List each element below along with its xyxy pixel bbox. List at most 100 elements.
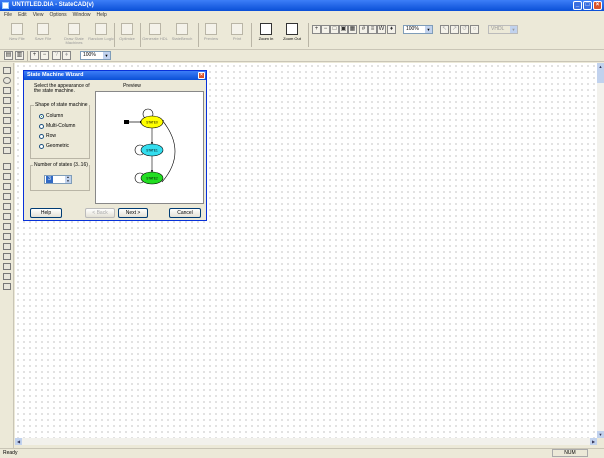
- ungroup-tool[interactable]: [3, 253, 11, 260]
- preview-button[interactable]: Preview: [198, 22, 224, 48]
- app-icon: [2, 2, 9, 9]
- front-tool[interactable]: [3, 263, 11, 270]
- zoom-sheet-button[interactable]: ▦: [348, 25, 357, 34]
- preview-label: Preview: [123, 83, 141, 89]
- menu-file[interactable]: File: [4, 11, 12, 20]
- zoom-area-button[interactable]: ▣: [339, 25, 348, 34]
- loop-tool-button[interactable]: ↺: [460, 25, 469, 34]
- align-right-tool[interactable]: [3, 173, 11, 180]
- random-logic-button[interactable]: Random Logic: [88, 22, 114, 48]
- status-text: Ready: [3, 450, 18, 456]
- spacing-tool[interactable]: [3, 203, 11, 210]
- minimize-button[interactable]: _: [573, 1, 582, 10]
- scroll-left-icon[interactable]: ◀: [15, 438, 22, 445]
- optimize-button[interactable]: Optimize: [114, 22, 140, 48]
- hand-button[interactable]: ♦: [62, 51, 71, 60]
- chevron-down-icon: ▼: [510, 26, 517, 33]
- chevron-down-icon: ▼: [425, 26, 432, 33]
- dialog-close-button[interactable]: ×: [198, 72, 205, 79]
- radio-column[interactable]: Column: [39, 113, 63, 119]
- shape-group-label: Shape of state machine: [34, 102, 89, 108]
- back-button[interactable]: < Back: [85, 208, 115, 218]
- zoom-out-button[interactable]: Zoom Out: [279, 22, 305, 48]
- loop-tool[interactable]: [3, 147, 11, 154]
- properties-tool[interactable]: [3, 283, 11, 290]
- reset-tool[interactable]: [3, 137, 11, 144]
- zoom-in-button[interactable]: Zoom In: [253, 22, 279, 48]
- hdl-language-select[interactable]: VHDL ▼: [488, 25, 518, 34]
- flip-tool[interactable]: [3, 223, 11, 230]
- output-tool[interactable]: [3, 127, 11, 134]
- align-bottom-tool[interactable]: [3, 193, 11, 200]
- transition-tool[interactable]: [3, 87, 11, 94]
- state-machine-button[interactable]: ▤: [4, 51, 13, 60]
- zoom-select[interactable]: 100% ▼: [403, 25, 433, 34]
- grid-button[interactable]: #: [359, 25, 368, 34]
- main-toolbar: New File Save File Draw State Machines R…: [0, 20, 604, 50]
- title-bar[interactable]: UNTITLED.DIA - StateCAD(v) _ □ ×: [0, 0, 604, 11]
- zoom-in-small-button[interactable]: +: [312, 25, 321, 34]
- secondary-toolbar: ▤ ▥ + − ? ♦ 100% ▼: [0, 50, 604, 62]
- align-top-tool[interactable]: [3, 183, 11, 190]
- toolbar-separator: [27, 51, 28, 61]
- next-button[interactable]: Next >: [118, 208, 148, 218]
- radio-geometric[interactable]: Geometric: [39, 143, 69, 149]
- pointer-tool[interactable]: [3, 67, 11, 74]
- new-file-button[interactable]: New File: [4, 22, 30, 48]
- help-pointer-button[interactable]: ?: [52, 51, 61, 60]
- zoom-in-small-button[interactable]: +: [30, 51, 39, 60]
- toolbar-separator: [140, 23, 141, 47]
- statebench-icon: [176, 23, 188, 35]
- size-tool[interactable]: [3, 213, 11, 220]
- input-tool[interactable]: [3, 117, 11, 124]
- menu-help[interactable]: Help: [96, 11, 106, 20]
- hdl-button[interactable]: ▥: [15, 51, 24, 60]
- dialog-title-bar[interactable]: State Machine Wizard ×: [24, 71, 206, 80]
- menu-edit[interactable]: Edit: [18, 11, 27, 20]
- align-button[interactable]: ≡: [368, 25, 377, 34]
- box-tool[interactable]: [3, 107, 11, 114]
- vertical-scrollbar[interactable]: ▲ ▼: [597, 63, 604, 438]
- select-tool-button[interactable]: ↖: [440, 25, 449, 34]
- draw-state-machines-button[interactable]: Draw State Machines: [60, 22, 88, 48]
- help-button[interactable]: Help: [30, 208, 62, 218]
- menu-view[interactable]: View: [33, 11, 44, 20]
- radio-row[interactable]: Row: [39, 133, 56, 139]
- zoom-select-2[interactable]: 100% ▼: [80, 51, 111, 60]
- menu-options[interactable]: Options: [49, 11, 66, 20]
- back-tool[interactable]: [3, 273, 11, 280]
- group-tool[interactable]: [3, 243, 11, 250]
- menu-window[interactable]: Window: [73, 11, 91, 20]
- zoom-fit-button[interactable]: □: [330, 25, 339, 34]
- text-tool[interactable]: [3, 97, 11, 104]
- zoom-out-small-button[interactable]: −: [40, 51, 49, 60]
- random-logic-icon: [95, 23, 107, 35]
- horizontal-scrollbar[interactable]: ◀ ▶: [15, 438, 597, 445]
- pin-button[interactable]: ♦: [387, 25, 396, 34]
- drawing-tools-palette: [0, 63, 14, 449]
- states-count-input[interactable]: 3 ▲ ▼: [44, 175, 72, 184]
- chevron-down-icon: ▼: [103, 52, 110, 59]
- cancel-button[interactable]: Cancel: [169, 208, 201, 218]
- zoom-out-small-button[interactable]: −: [321, 25, 330, 34]
- scroll-thumb[interactable]: [597, 69, 604, 83]
- align-left-tool[interactable]: [3, 163, 11, 170]
- statecad-window: UNTITLED.DIA - StateCAD(v) _ □ × File Ed…: [0, 0, 604, 458]
- scroll-down-icon[interactable]: ▼: [597, 431, 604, 438]
- wave-button[interactable]: W: [377, 25, 386, 34]
- radio-multi-column[interactable]: Multi-Column: [39, 123, 75, 129]
- save-file-button[interactable]: Save File: [30, 22, 56, 48]
- state-tool[interactable]: [3, 77, 11, 84]
- print-icon: [231, 23, 243, 35]
- print-button[interactable]: Print: [224, 22, 250, 48]
- scroll-right-icon[interactable]: ▶: [590, 438, 597, 445]
- close-button[interactable]: ×: [593, 1, 602, 10]
- dialog-title: State Machine Wizard: [27, 72, 84, 78]
- spin-down-icon[interactable]: ▼: [65, 179, 71, 183]
- statebench-button[interactable]: StateBench: [168, 22, 196, 48]
- transition-tool-button[interactable]: ↗: [450, 25, 459, 34]
- state-tool-button[interactable]: ○: [470, 25, 479, 34]
- generate-hdl-button[interactable]: Generate HDL: [142, 22, 168, 48]
- maximize-button[interactable]: □: [583, 1, 592, 10]
- rotate-tool[interactable]: [3, 233, 11, 240]
